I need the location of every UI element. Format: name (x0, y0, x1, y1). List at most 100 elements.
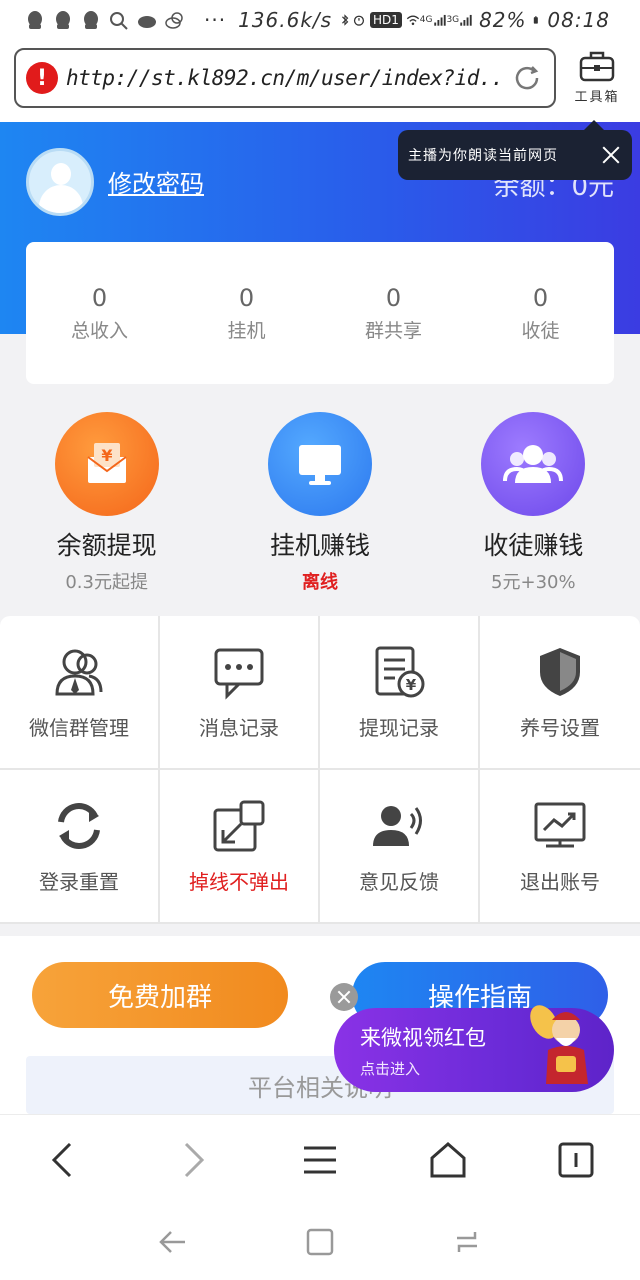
more-dots-icon: ··· (204, 8, 227, 32)
wifi-icon (406, 15, 419, 26)
grid-item-label: 养号设置 (520, 715, 600, 740)
network-4g-label: 4G (419, 15, 433, 25)
forward-icon[interactable] (172, 1140, 212, 1180)
tabs-icon[interactable] (556, 1140, 596, 1180)
browser-nav-bar (0, 1114, 640, 1204)
menu-icon[interactable] (300, 1140, 340, 1180)
grid-item-label: 提现记录 (359, 715, 439, 740)
red-packet-promo[interactable]: 来微视领红包 点击进入 (334, 1005, 614, 1092)
grid-item-label: 微信群管理 (29, 715, 129, 740)
join-group-button[interactable]: 免费加群 (32, 962, 288, 1028)
feature-recruit[interactable]: 收徒赚钱 5元+30% (427, 412, 640, 608)
stat-hangup: 0 挂机 (173, 284, 320, 343)
qq-icon (28, 11, 42, 29)
address-bar[interactable]: ! http://st.kl892.cn/m/user/index?id... (14, 48, 556, 108)
stat-group-share: 0 群共享 (320, 284, 467, 343)
toolbox-icon (579, 51, 615, 82)
fortune-god-icon (530, 1005, 588, 1084)
stat-label: 收徒 (521, 319, 560, 342)
popout-icon (213, 800, 265, 851)
signal-icon (460, 14, 472, 26)
notification-icons (24, 10, 186, 30)
alarm-icon (353, 15, 365, 26)
system-recents-icon[interactable] (451, 1226, 483, 1258)
stat-value: 0 (238, 283, 255, 312)
stat-value: 0 (91, 283, 108, 312)
grid-item-withdraw-record[interactable]: ¥ 提现记录 (320, 616, 480, 770)
grid-item-feedback[interactable]: 意见反馈 (320, 770, 480, 924)
read-aloud-tooltip[interactable]: 主播为你朗读当前网页 (398, 120, 632, 180)
qq-icon (84, 11, 98, 29)
grid-item-label: 意见反馈 (359, 869, 439, 894)
avatar[interactable] (26, 148, 94, 216)
stats-card: 0 总收入 0 挂机 0 群共享 0 收徒 (26, 242, 614, 384)
promo-title: 来微视领红包 (360, 1025, 486, 1050)
reload-icon[interactable] (510, 61, 544, 95)
browser-toolbar: ! http://st.kl892.cn/m/user/index?id... … (0, 40, 640, 122)
close-icon[interactable] (600, 144, 622, 166)
battery-icon (533, 16, 538, 24)
system-back-icon[interactable] (157, 1226, 189, 1258)
function-grid: 微信群管理 消息记录 ¥ 提现记录 养号设置 登录重置 掉线不弹出 意见反馈 退… (0, 616, 640, 924)
promo-text: 来微视领红包 点击进入 (360, 1022, 486, 1079)
grid-item-label: 消息记录 (199, 715, 279, 740)
chart-logout-icon (534, 802, 586, 847)
status-bar: ··· 136.6k/s HD1 4G 3G 82% 08:18 (0, 0, 640, 40)
withdraw-record-icon: ¥ (375, 646, 425, 697)
shield-icon (540, 647, 580, 696)
feature-subtitle: 0.3元起提 (65, 572, 148, 593)
stat-label: 挂机 (227, 319, 266, 342)
feature-withdraw[interactable]: ¥ 余额提现 0.3元起提 (0, 412, 213, 608)
feature-title: 挂机赚钱 (269, 531, 370, 560)
feature-title: 收徒赚钱 (483, 531, 584, 560)
promo-close-icon[interactable] (330, 983, 358, 1011)
battery-percent: 82% (479, 8, 527, 32)
network-speed: 136.6k/s (238, 8, 333, 32)
refresh-icon (58, 802, 100, 849)
monitor-icon (267, 412, 372, 516)
grid-item-account-settings[interactable]: 养号设置 (480, 616, 640, 770)
feature-row: ¥ 余额提现 0.3元起提 挂机赚钱 离线 收徒赚钱 5元+30% (0, 412, 640, 608)
grid-item-login-reset[interactable]: 登录重置 (0, 770, 160, 924)
svg-text:¥: ¥ (101, 446, 112, 465)
svg-text:¥: ¥ (406, 676, 417, 694)
stat-disciples: 0 收徒 (467, 284, 614, 343)
users-icon (481, 412, 586, 516)
stat-label: 总收入 (70, 319, 128, 342)
feature-hangup[interactable]: 挂机赚钱 离线 (213, 412, 426, 608)
grid-item-messages[interactable]: 消息记录 (160, 616, 320, 770)
change-password-link[interactable]: 修改密码 (108, 164, 204, 199)
toolbox-button[interactable]: 工具箱 (566, 48, 628, 112)
feature-title: 余额提现 (56, 531, 157, 560)
message-icon (214, 648, 264, 700)
grid-item-group-manage[interactable]: 微信群管理 (0, 616, 160, 770)
stat-value: 0 (532, 283, 549, 312)
cloud-icon (138, 16, 156, 28)
url-text[interactable]: http://st.kl892.cn/m/user/index?id... (66, 66, 502, 90)
signal-icon (433, 14, 446, 26)
grid-item-logout[interactable]: 退出账号 (480, 770, 640, 924)
feature-subtitle: 5元+30% (491, 572, 576, 593)
group-manage-icon (55, 649, 103, 695)
search-icon (110, 12, 128, 30)
grid-item-label: 退出账号 (520, 869, 600, 894)
grid-item-label: 登录重置 (39, 869, 119, 894)
insecure-warning-icon[interactable]: ! (26, 62, 58, 94)
back-icon[interactable] (44, 1140, 84, 1180)
toolbox-label: 工具箱 (574, 90, 620, 105)
stat-total-income: 0 总收入 (26, 284, 173, 343)
stat-value: 0 (385, 283, 402, 312)
system-home-icon[interactable] (304, 1226, 336, 1258)
weather-icon (165, 12, 183, 29)
grid-item-label: 掉线不弹出 (189, 869, 289, 894)
clock: 08:18 (547, 8, 611, 32)
yen-envelope-icon: ¥ (54, 412, 159, 516)
grid-item-no-popup[interactable]: 掉线不弹出 (160, 770, 320, 924)
home-icon[interactable] (428, 1140, 468, 1180)
bluetooth-icon (342, 14, 349, 26)
qq-icon (56, 11, 70, 29)
network-3g-label: 3G (446, 15, 460, 25)
tooltip-text: 主播为你朗读当前网页 (408, 148, 558, 164)
hd-badge: HD1 (369, 12, 402, 28)
feature-status-offline: 离线 (301, 572, 338, 593)
